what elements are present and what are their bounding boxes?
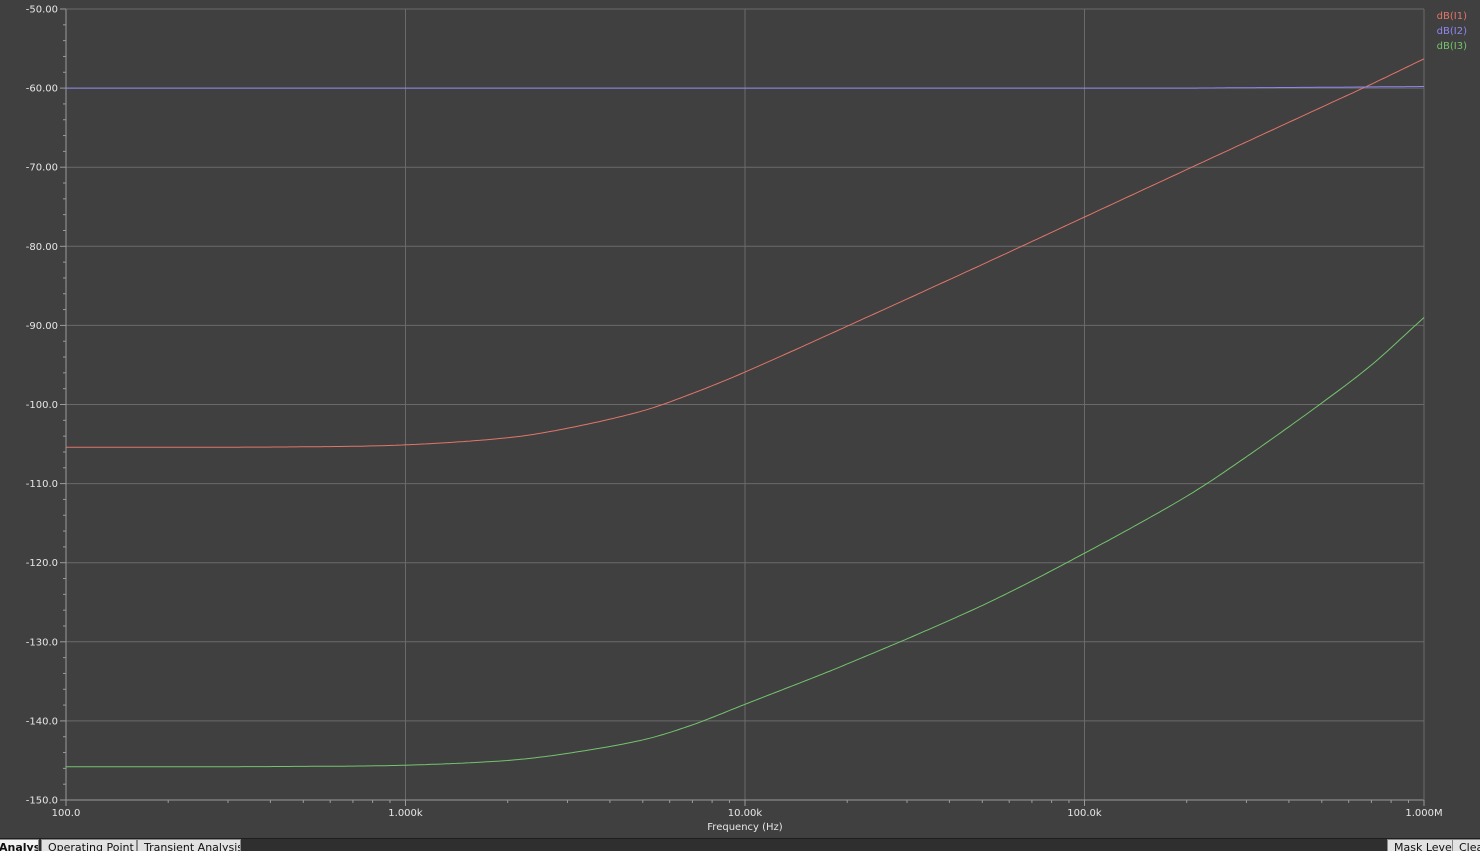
series-3-point [692, 724, 693, 725]
series-2-point [1084, 88, 1085, 89]
tab-transient-analysis[interactable]: Transient Analysis [137, 839, 241, 851]
series-3-point [982, 605, 983, 606]
series-2-point [692, 88, 693, 89]
series-2-point [1246, 87, 1247, 88]
series-1-point [65, 447, 66, 448]
series-1-point [1321, 106, 1322, 107]
series-1-point [1246, 141, 1247, 142]
series-1-point [744, 371, 745, 372]
series-3-point [507, 760, 508, 761]
series-2-point [1371, 86, 1372, 87]
frequency-response-plot[interactable]: -50.00 -60.00 -70.00 -80.00 -90.00 -100.0 -110… [0, 0, 1480, 838]
x-tick-label: 1.000k [388, 808, 423, 819]
series-2-point [1321, 87, 1322, 88]
x-tick-label: 100.0 [52, 808, 81, 819]
y-tick-label: -60.00 [26, 84, 58, 95]
series-2-point [567, 88, 568, 89]
x-tick-label: 10.00k [728, 808, 763, 819]
series-2-point [744, 88, 745, 89]
series-2-point [303, 88, 304, 89]
series-3-point [744, 704, 745, 705]
x-tick-labels: 100.0 1.000k 10.00k 100.0k 1.000M [52, 808, 1443, 819]
series-2-point [65, 88, 66, 89]
x-tick-label: 100.0k [1067, 808, 1102, 819]
series-2-point [847, 88, 848, 89]
series-3-point [405, 765, 406, 766]
series-3-point [168, 766, 169, 767]
series-1-point [1186, 169, 1187, 170]
series-2-point [507, 88, 508, 89]
series-1-point [692, 393, 693, 394]
series-3-point [303, 766, 304, 767]
x-axis-label: Frequency (Hz) [707, 822, 783, 833]
series-1-point [405, 444, 406, 445]
x-tick-label: 1.000M [1405, 808, 1442, 819]
y-tick-label: -140.0 [26, 716, 58, 727]
series-1-point [982, 264, 983, 265]
y-tick-label: -70.00 [26, 163, 58, 174]
y-tick-label: -110.0 [26, 479, 58, 490]
series-1-point [642, 410, 643, 411]
series-3-point [567, 753, 568, 754]
legend-entry-2: dB(I2) [1437, 26, 1467, 37]
series-1-point [303, 446, 304, 447]
series-2-point [642, 88, 643, 89]
y-tick-label: -120.0 [26, 558, 58, 569]
series-3-point [65, 766, 66, 767]
y-tick-labels: -50.00 -60.00 -70.00 -80.00 -90.00 -100.0 -110… [26, 5, 58, 807]
series-1-point [507, 437, 508, 438]
series-3-point [1246, 456, 1247, 457]
series-3-point [1186, 496, 1187, 497]
waveform-viewer: -50.00 -60.00 -70.00 -80.00 -90.00 -100.0 -110… [0, 0, 1480, 851]
bottom-tab-bar: Analysis Operating Point Transient Analy… [0, 838, 1480, 851]
series-3-point [1423, 317, 1424, 318]
series-1-point [567, 428, 568, 429]
y-tick-label: -50.00 [26, 5, 58, 16]
clear-button[interactable]: Clear [1452, 839, 1480, 851]
legend-entry-3: dB(I3) [1437, 41, 1467, 52]
tab-operating-point[interactable]: Operating Point [41, 839, 137, 851]
y-tick-label: -150.0 [26, 796, 58, 807]
series-2-point [168, 88, 169, 89]
series-3-point [847, 663, 848, 664]
series-3-point [1084, 553, 1085, 554]
mask-level-button[interactable]: Mask Level [1387, 839, 1453, 851]
series-3-point [1321, 402, 1322, 403]
y-tick-label: -130.0 [26, 637, 58, 648]
series-1-point [1084, 216, 1085, 217]
series-3-point [1371, 364, 1372, 365]
series-1-point [1423, 58, 1424, 59]
series-2-point [405, 88, 406, 89]
legend: dB(I1) dB(I2) dB(I3) [1437, 11, 1467, 52]
series-2-point [982, 88, 983, 89]
legend-entry-1: dB(I1) [1437, 11, 1467, 22]
series-1-point [1371, 84, 1372, 85]
tab-analysis[interactable]: Analysis [0, 839, 39, 851]
series-2-point [1423, 86, 1424, 87]
y-tick-label: -100.0 [26, 400, 58, 411]
series-1-point [168, 447, 169, 448]
y-tick-label: -90.00 [26, 321, 58, 332]
series-2-point [1186, 88, 1187, 89]
series-1-point [847, 326, 848, 327]
y-tick-label: -80.00 [26, 242, 58, 253]
series-3-point [642, 739, 643, 740]
